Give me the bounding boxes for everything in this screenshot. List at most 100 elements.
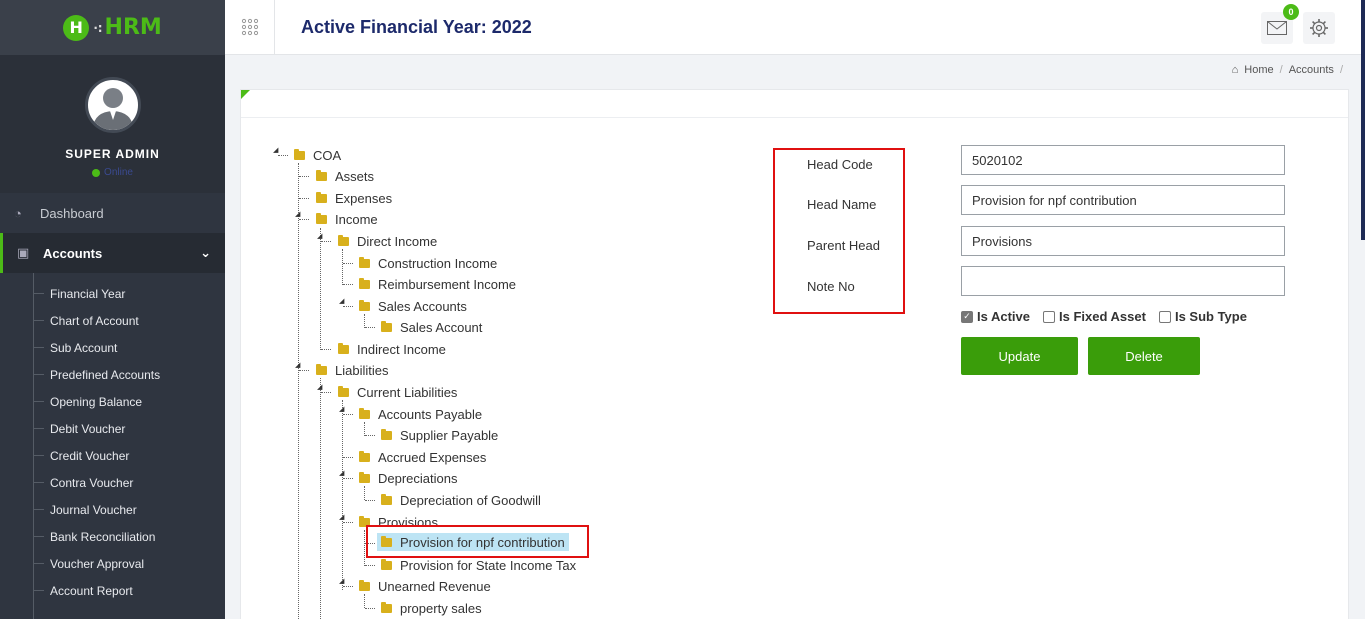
tree-node[interactable]: Liabilities — [316, 361, 388, 379]
submenu-sub-account[interactable]: Sub Account — [34, 334, 225, 361]
tree-node[interactable]: Construction Income — [359, 254, 497, 272]
tree-node[interactable]: property sales — [381, 599, 482, 617]
tree-node[interactable]: COA — [294, 146, 341, 164]
tree-node[interactable]: Income — [316, 210, 378, 228]
head-name-input[interactable] — [961, 185, 1285, 215]
tree-node-label: Accounts Payable — [378, 406, 483, 422]
tree-toggle-icon[interactable]: ◢ — [317, 232, 322, 240]
logo-mark: H — [63, 14, 90, 41]
tree-toggle-icon[interactable]: ◢ — [317, 383, 322, 391]
parent-head-input[interactable] — [961, 226, 1285, 256]
submenu-bank-reconciliation[interactable]: Bank Reconciliation — [34, 523, 225, 550]
tree-toggle-icon[interactable]: ◢ — [339, 469, 344, 477]
tree-toggle-icon[interactable]: ◢ — [339, 297, 344, 305]
tree-node[interactable]: Supplier Payable — [381, 426, 498, 444]
tree-connector — [364, 486, 365, 500]
tree-node[interactable]: Current Liabilities — [338, 383, 457, 401]
mail-count-badge: 0 — [1283, 4, 1299, 20]
folder-icon — [359, 256, 370, 268]
tree-connector — [365, 565, 375, 566]
tree-node[interactable]: Sales Accounts — [359, 297, 467, 315]
submenu-financial-year[interactable]: Financial Year — [34, 280, 225, 307]
folder-icon — [359, 299, 370, 311]
mail-button[interactable]: 0 — [1261, 4, 1299, 44]
logo-dots: ∙: — [93, 20, 103, 35]
submenu-account-report[interactable]: Account Report — [34, 577, 225, 604]
is-sub-type-checkbox[interactable]: Is Sub Type — [1158, 309, 1247, 324]
breadcrumb-home[interactable]: Home — [1244, 64, 1273, 76]
nav-dashboard[interactable]: ◔ Dashboard — [0, 193, 225, 233]
tree-toggle-icon[interactable]: ◢ — [273, 146, 278, 154]
apps-grid-button[interactable] — [225, 0, 275, 55]
submenu-credit-voucher[interactable]: Credit Voucher — [34, 442, 225, 469]
folder-icon — [381, 320, 392, 332]
folder-icon — [316, 363, 327, 375]
is-active-checkbox[interactable]: ✓ Is Active — [961, 309, 1030, 324]
folder-icon — [381, 428, 392, 440]
nav-dashboard-label: Dashboard — [40, 205, 104, 221]
tree-node-label: Income — [335, 211, 378, 227]
tree-node[interactable]: Accrued Expenses — [359, 448, 486, 466]
briefcase-icon: ▣ — [17, 245, 30, 260]
tree-connector — [278, 155, 288, 156]
breadcrumb-separator: / — [1339, 64, 1343, 76]
is-fixed-asset-checkbox[interactable]: Is Fixed Asset — [1043, 309, 1146, 324]
tree-node[interactable]: Expenses — [316, 189, 392, 207]
submenu-predefined-accounts[interactable]: Predefined Accounts — [34, 361, 225, 388]
breadcrumb: ⌂ Home / Accounts / — [1232, 64, 1343, 76]
checkbox-checked-icon: ✓ — [961, 310, 973, 323]
tree-node[interactable]: Depreciations — [359, 469, 458, 487]
breadcrumb-accounts[interactable]: Accounts — [1289, 64, 1334, 76]
tree-connector — [321, 349, 331, 350]
note-no-label: Note No — [807, 279, 855, 294]
tree-connector — [365, 500, 375, 501]
tree-node[interactable]: Sales Account — [381, 318, 482, 336]
is-active-label: Is Active — [977, 309, 1030, 324]
tree-node[interactable]: Direct Income — [338, 232, 437, 250]
tree-node[interactable]: Provision for State Income Tax — [381, 556, 576, 574]
submenu-chart-of-account[interactable]: Chart of Account — [34, 307, 225, 334]
update-button[interactable]: Update — [961, 337, 1078, 375]
user-silhouette-icon — [92, 88, 133, 130]
tree-node[interactable]: Indirect Income — [338, 340, 446, 358]
tree-node[interactable]: Unearned Revenue — [359, 577, 491, 595]
apps-grid-icon — [241, 18, 258, 36]
accounts-submenu: Financial Year Chart of Account Sub Acco… — [0, 273, 225, 619]
tree-node-label: Reimbursement Income — [378, 276, 516, 292]
nav-accounts-label: Accounts — [43, 245, 103, 261]
tree-connector — [343, 414, 353, 415]
submenu-contra-voucher[interactable]: Contra Voucher — [34, 469, 225, 496]
tree-toggle-icon[interactable]: ◢ — [295, 361, 300, 369]
settings-button[interactable] — [1303, 12, 1335, 44]
tree-connector — [343, 478, 353, 479]
tree-connector — [343, 284, 353, 285]
delete-button[interactable]: Delete — [1088, 337, 1200, 375]
head-code-input[interactable] — [961, 145, 1285, 175]
profile: SUPER ADMIN Online — [0, 55, 225, 193]
tree-node[interactable]: Assets — [316, 167, 374, 185]
chevron-down-icon: ⌄ — [200, 245, 211, 260]
submenu-journal-voucher[interactable]: Journal Voucher — [34, 496, 225, 523]
logo[interactable]: H ∙: HRM — [63, 14, 162, 41]
submenu-opening-balance[interactable]: Opening Balance — [34, 388, 225, 415]
tree-toggle-icon[interactable]: ◢ — [339, 405, 344, 413]
tree-node[interactable]: Depreciation of Goodwill — [381, 491, 541, 509]
tree-toggle-icon[interactable]: ◢ — [295, 210, 300, 218]
tree-toggle-icon[interactable]: ◢ — [339, 513, 344, 521]
tree-toggle-icon[interactable]: ◢ — [339, 577, 344, 585]
note-no-input[interactable] — [961, 266, 1285, 296]
tree-node-label: Unearned Revenue — [378, 578, 491, 594]
tree-node-label: Sales Accounts — [378, 298, 467, 314]
submenu-debit-voucher[interactable]: Debit Voucher — [34, 415, 225, 442]
tree-node[interactable]: Accounts Payable — [359, 405, 482, 423]
tree-node-label: Provision for State Income Tax — [400, 557, 577, 573]
submenu-voucher-approval[interactable]: Voucher Approval — [34, 550, 225, 577]
head-name-label: Head Name — [807, 197, 877, 212]
tree-connector — [365, 608, 375, 609]
nav-accounts[interactable]: ▣ Accounts ⌄ — [0, 233, 225, 273]
tree-node[interactable]: Reimbursement Income — [359, 275, 516, 293]
page-scrollbar[interactable] — [1361, 0, 1365, 240]
tree-connector — [343, 306, 353, 307]
tree-node-label: COA — [313, 147, 342, 163]
folder-icon — [338, 342, 349, 354]
